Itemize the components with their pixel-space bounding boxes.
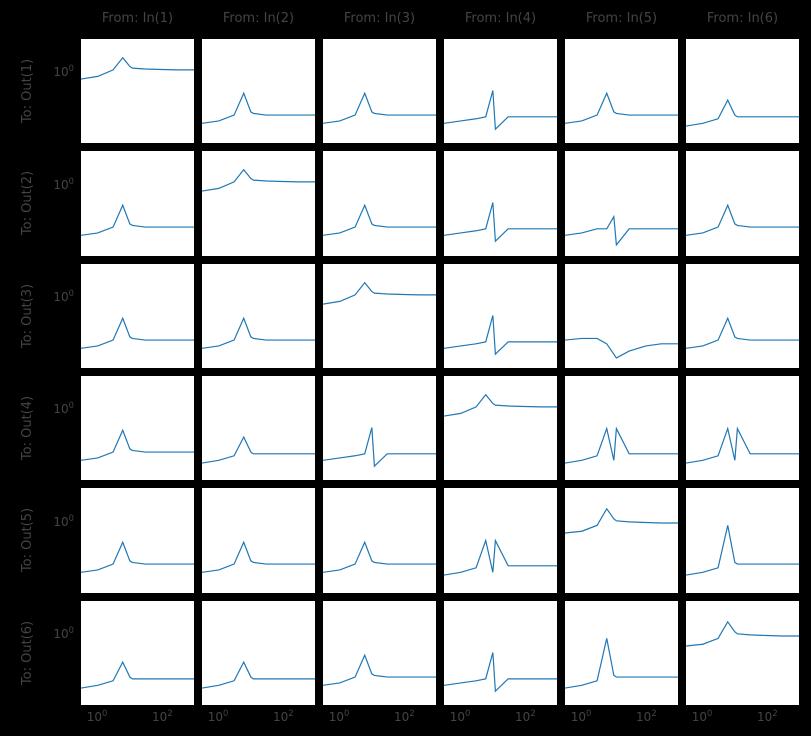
panel-r2-c6 — [685, 150, 800, 256]
col-title-1: From: In(1) — [80, 0, 195, 38]
y-tick-label: 100 — [53, 63, 74, 79]
panel-r2-c5 — [564, 150, 679, 256]
y-tick-cell: 100 — [30, 38, 80, 144]
x-tick-row: 100 102 100 102 100 102 100 102 100 102 100 102 — [80, 706, 800, 732]
panel-r6-c1 — [80, 600, 195, 706]
x-tick-label: 102 — [757, 708, 778, 724]
panel-r5-c6 — [685, 487, 800, 593]
panel-r3-c2 — [201, 263, 316, 369]
panel-r3-c5 — [564, 263, 679, 369]
x-tick-label: 102 — [152, 708, 173, 724]
panel-r1-c2 — [201, 38, 316, 144]
y-tick-cell: 100 — [30, 375, 80, 481]
panel-r3-c6 — [685, 263, 800, 369]
panel-r1-c3 — [322, 38, 437, 144]
y-tick-label: 100 — [53, 176, 74, 192]
panel-grid — [80, 38, 800, 706]
y-tick-cell: 100 — [30, 487, 80, 593]
x-tick-label: 100 — [450, 708, 471, 724]
panel-r1-c1 — [80, 38, 195, 144]
y-tick-label: 100 — [53, 513, 74, 529]
x-tick-cell: 100 102 — [443, 706, 558, 732]
bode-array-figure: From: In(1) From: In(2) From: In(3) From… — [0, 0, 811, 736]
x-tick-cell: 100 102 — [564, 706, 679, 732]
panel-r5-c3 — [322, 487, 437, 593]
x-tick-label: 100 — [692, 708, 713, 724]
panel-r5-c2 — [201, 487, 316, 593]
panel-r5-c4 — [443, 487, 558, 593]
panel-r6-c3 — [322, 600, 437, 706]
panel-r1-c5 — [564, 38, 679, 144]
y-tick-label: 100 — [53, 625, 74, 641]
panel-r5-c5 — [564, 487, 679, 593]
x-tick-label: 100 — [208, 708, 229, 724]
panel-r2-c3 — [322, 150, 437, 256]
x-tick-cell: 100 102 — [685, 706, 800, 732]
panel-r2-c1 — [80, 150, 195, 256]
y-tick-cell: 100 — [30, 263, 80, 369]
x-tick-label: 102 — [273, 708, 294, 724]
panel-r6-c2 — [201, 600, 316, 706]
panel-r4-c2 — [201, 375, 316, 481]
x-tick-label: 102 — [515, 708, 536, 724]
col-title-2: From: In(2) — [201, 0, 316, 38]
col-titles: From: In(1) From: In(2) From: In(3) From… — [80, 0, 800, 38]
panel-r6-c4 — [443, 600, 558, 706]
y-tick-cell: 100 — [30, 600, 80, 706]
x-tick-cell: 100 102 — [80, 706, 195, 732]
panel-r4-c5 — [564, 375, 679, 481]
panel-r6-c6 — [685, 600, 800, 706]
panel-r3-c1 — [80, 263, 195, 369]
x-tick-label: 102 — [394, 708, 415, 724]
panel-r3-c4 — [443, 263, 558, 369]
panel-r4-c4 — [443, 375, 558, 481]
panel-r4-c3 — [322, 375, 437, 481]
panel-r6-c5 — [564, 600, 679, 706]
x-tick-cell: 100 102 — [201, 706, 316, 732]
col-title-3: From: In(3) — [322, 0, 437, 38]
col-title-6: From: In(6) — [685, 0, 800, 38]
y-tick-label: 100 — [53, 400, 74, 416]
x-tick-cell: 100 102 — [322, 706, 437, 732]
y-tick-cell: 100 — [30, 150, 80, 256]
panel-r5-c1 — [80, 487, 195, 593]
panel-r3-c3 — [322, 263, 437, 369]
panel-r2-c4 — [443, 150, 558, 256]
x-tick-label: 100 — [571, 708, 592, 724]
col-title-4: From: In(4) — [443, 0, 558, 38]
col-title-5: From: In(5) — [564, 0, 679, 38]
panel-r2-c2 — [201, 150, 316, 256]
x-tick-label: 100 — [87, 708, 108, 724]
panel-r4-c1 — [80, 375, 195, 481]
x-tick-label: 102 — [636, 708, 657, 724]
y-tick-column: 100 100 100 100 100 100 — [30, 38, 80, 706]
panel-r1-c4 — [443, 38, 558, 144]
x-tick-label: 100 — [329, 708, 350, 724]
panel-r1-c6 — [685, 38, 800, 144]
y-tick-label: 100 — [53, 288, 74, 304]
panel-r4-c6 — [685, 375, 800, 481]
